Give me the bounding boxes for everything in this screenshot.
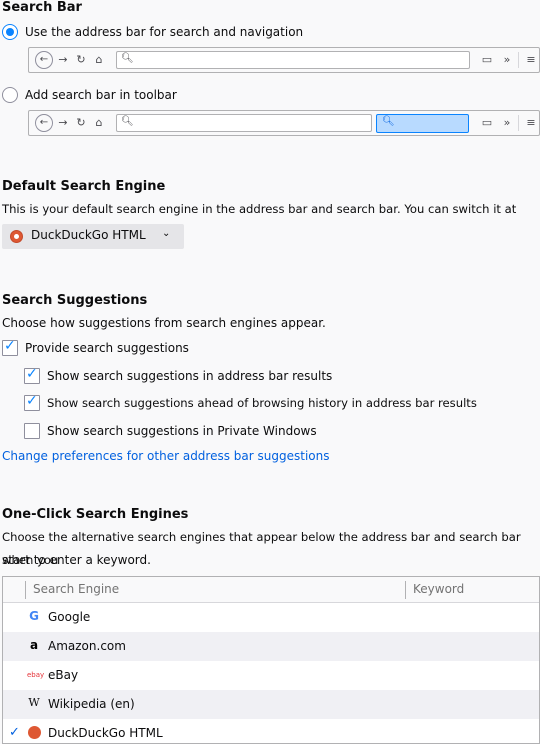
back-icon: ← <box>35 51 53 69</box>
engine-name: Google <box>48 610 91 624</box>
engine-name: eBay <box>48 668 79 682</box>
reload-icon: ↻ <box>76 116 86 129</box>
engine-name: Wikipedia (en) <box>48 697 135 711</box>
table-header: Search Engine Keyword <box>3 577 539 603</box>
address-bar-preview: 🔍︎ <box>116 51 470 69</box>
home-icon: ⌂ <box>95 116 103 129</box>
address-bar-suggestions-checkbox[interactable] <box>24 366 40 384</box>
overflow-icon: » <box>503 116 511 129</box>
toolbar-separator <box>518 52 519 68</box>
default-engine-dropdown[interactable]: DuckDuckGo HTML ⌄ <box>2 224 184 249</box>
address-bar-preview: 🔍︎ <box>116 114 372 132</box>
table-row[interactable]: G Google <box>3 603 539 632</box>
address-bar-suggestions-label[interactable]: Show search suggestions in address bar r… <box>47 369 332 383</box>
menu-icon: ≡ <box>526 116 536 129</box>
column-header-engine[interactable]: Search Engine <box>33 582 119 596</box>
duckduckgo-icon <box>10 230 23 243</box>
ahead-suggestions-label[interactable]: Show search suggestions ahead of browsin… <box>47 396 477 410</box>
engine-name: DuckDuckGo HTML <box>48 726 163 740</box>
wikipedia-icon: W <box>28 696 40 709</box>
search-engines-table: Search Engine Keyword G Google a Amazon.… <box>2 576 540 744</box>
provide-suggestions-checkbox[interactable] <box>2 338 18 356</box>
amazon-icon: a <box>29 638 39 652</box>
radio-address-bar[interactable] <box>2 24 18 40</box>
search-bar-heading: Search Bar <box>2 0 82 15</box>
one-click-heading: One-Click Search Engines <box>2 507 189 522</box>
table-row[interactable]: ebay eBay <box>3 661 539 690</box>
search-bar-preview: 🔍︎ <box>376 114 469 133</box>
forward-icon: → <box>58 116 68 129</box>
provide-suggestions-label[interactable]: Provide search suggestions <box>25 341 189 355</box>
google-icon: G <box>29 609 39 623</box>
one-click-description-line2: start to enter a keyword. <box>2 553 151 567</box>
suggestions-description: Choose how suggestions from search engin… <box>2 316 326 330</box>
chevron-down-icon: ⌄ <box>162 228 171 239</box>
change-preferences-link[interactable]: Change preferences for other address bar… <box>2 449 329 463</box>
toolbar-preview-searchbar: ← → ↻ ⌂ 🔍︎ 🔍︎ ▭ » ≡ <box>28 110 540 136</box>
ahead-suggestions-checkbox[interactable] <box>24 393 40 411</box>
search-icon: 🔍︎ <box>121 116 134 127</box>
checkmark-icon[interactable]: ✓ <box>9 725 20 740</box>
radio-address-bar-label[interactable]: Use the address bar for search and navig… <box>25 25 303 39</box>
radio-toolbar-search[interactable] <box>2 87 18 103</box>
radio-toolbar-search-label[interactable]: Add search bar in toolbar <box>25 88 177 102</box>
sidebar-icon: ▭ <box>481 116 493 129</box>
private-suggestions-checkbox[interactable] <box>24 423 40 439</box>
toolbar-separator <box>518 115 519 131</box>
suggestions-heading: Search Suggestions <box>2 293 148 308</box>
forward-icon: → <box>58 53 68 66</box>
search-icon: 🔍︎ <box>382 116 395 127</box>
default-engine-selected: DuckDuckGo HTML <box>31 228 146 242</box>
column-header-keyword[interactable]: Keyword <box>413 582 464 596</box>
column-separator <box>405 581 406 599</box>
overflow-icon: » <box>503 53 511 66</box>
column-separator <box>25 581 26 599</box>
back-icon: ← <box>35 114 53 132</box>
search-icon: 🔍︎ <box>121 53 134 64</box>
toolbar-preview-address: ← → ↻ ⌂ 🔍︎ ▭ » ≡ <box>28 47 540 73</box>
home-icon: ⌂ <box>95 53 103 66</box>
ebay-icon: ebay <box>27 671 45 679</box>
sidebar-icon: ▭ <box>481 53 493 66</box>
table-row[interactable]: W Wikipedia (en) <box>3 690 539 719</box>
table-row[interactable]: a Amazon.com <box>3 632 539 661</box>
private-suggestions-label[interactable]: Show search suggestions in Private Windo… <box>47 424 317 438</box>
default-engine-heading: Default Search Engine <box>2 179 166 194</box>
menu-icon: ≡ <box>526 53 536 66</box>
engine-name: Amazon.com <box>48 639 126 653</box>
table-row[interactable]: ✓ DuckDuckGo HTML <box>3 719 539 743</box>
duckduckgo-icon <box>27 725 41 741</box>
reload-icon: ↻ <box>76 53 86 66</box>
